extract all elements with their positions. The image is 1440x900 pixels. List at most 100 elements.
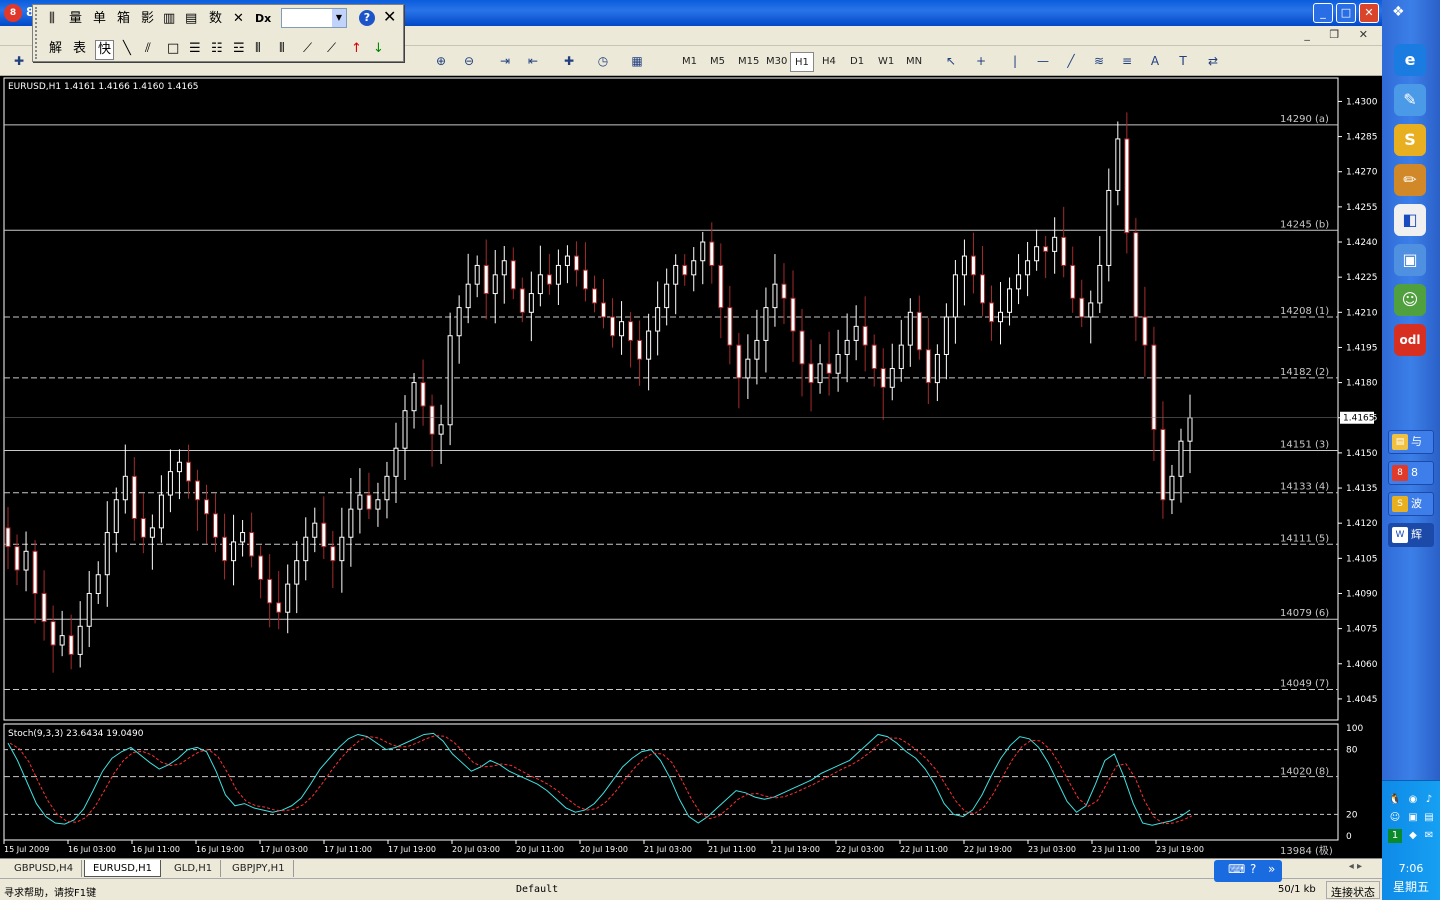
windows-logo-icon[interactable]: ❖ [1392, 4, 1430, 26]
keyboard-icon[interactable]: ⌨ [1228, 862, 1245, 876]
periods-icon[interactable]: ◷ [594, 52, 612, 70]
close-button[interactable]: ✕ [1359, 3, 1379, 23]
rectangle-icon[interactable]: □ [167, 40, 179, 58]
app-s-icon[interactable]: S [1394, 124, 1426, 156]
histogram-icon[interactable]: ▥ [163, 10, 175, 28]
candle-body [943, 316, 949, 355]
tray-monitor-icon[interactable]: ▤ [1422, 811, 1436, 825]
float-item-1[interactable]: 量 [69, 10, 82, 28]
parallel-lines-icon[interactable]: ⫽ [145, 40, 151, 58]
tray-network-icon[interactable]: ◉ [1406, 793, 1420, 807]
indicators-icon[interactable]: ✚ [560, 52, 578, 70]
mdi-window-controls[interactable]: _ ❐ ✕ [1304, 28, 1376, 41]
chevron-down-icon[interactable]: ▼ [332, 9, 346, 27]
templates-icon[interactable]: ▦ [628, 52, 646, 70]
candle-body [637, 339, 643, 360]
float-item-2[interactable]: 单 [93, 10, 106, 28]
zoom-out-icon[interactable]: ⊖ [460, 52, 478, 70]
tab-gbpusd-h4[interactable]: GBPUSD,H4 [6, 860, 83, 877]
help-tray-icon[interactable]: ? [1250, 862, 1256, 876]
cursor-icon[interactable]: ↖ [942, 52, 960, 70]
tray-shield-icon[interactable]: ▣ [1406, 811, 1420, 825]
pencils-icon[interactable]: ✏ [1394, 164, 1426, 196]
tray-one-icon[interactable]: 1 [1388, 829, 1402, 843]
timeframe-h4[interactable]: H4 [818, 52, 840, 72]
gann-fan-icon[interactable]: ⟋ [327, 40, 336, 58]
tab-gld-h1[interactable]: GLD,H1 [166, 860, 222, 877]
timeframe-d1[interactable]: D1 [846, 52, 868, 72]
timeframe-m15[interactable]: M15 [734, 52, 763, 72]
tray-arrow-icon[interactable]: » [1268, 862, 1275, 876]
text-icon[interactable]: A [1146, 52, 1164, 70]
task-button-1[interactable]: ▤ 与 [1388, 430, 1434, 454]
connection-status[interactable]: 连接状态 [1326, 881, 1380, 899]
autoscroll-icon[interactable]: ⇤ [524, 52, 542, 70]
tray-app-icon[interactable]: ◆ [1406, 829, 1420, 843]
dx-icon[interactable]: Dx [255, 10, 271, 28]
timeframe-m1[interactable]: M1 [678, 52, 701, 72]
price-chart[interactable]: EURUSD,H1 1.4161 1.4166 1.4160 1.4165 1.4… [0, 76, 1382, 858]
tab-scroll-arrows[interactable]: ◂ ▸ [1349, 861, 1362, 872]
fib-expansion-icon[interactable]: ☷ [211, 40, 223, 58]
maximize-button[interactable]: □ [1336, 3, 1356, 23]
toolbar-grip[interactable] [35, 7, 40, 59]
float-item-4[interactable]: 影 [141, 10, 154, 28]
bars-icon[interactable]: ⫼ [49, 10, 55, 28]
float-close-icon[interactable]: ✕ [383, 7, 396, 26]
grid-lines-icon[interactable]: ⦀ [279, 40, 285, 58]
line-tool-icon[interactable]: ╲ [123, 40, 131, 58]
bar-chart-icon[interactable]: ▤ [185, 10, 197, 28]
fan-icon[interactable]: ⟋ [303, 40, 312, 58]
odl-icon[interactable]: odl [1394, 324, 1426, 356]
task-button-4[interactable]: W辉 [1388, 523, 1434, 547]
fib-levels-icon[interactable]: ☰ [189, 40, 201, 58]
fibonacci-icon[interactable]: ≋ [1090, 52, 1108, 70]
candle-body [673, 264, 679, 285]
task-button-2[interactable]: 88 [1388, 461, 1434, 485]
channel-icon[interactable]: ≡ [1118, 52, 1136, 70]
zoom-in-icon[interactable]: ⊕ [432, 52, 450, 70]
qq-icon[interactable]: 🐧 [1388, 793, 1402, 807]
edit-icon[interactable]: ✎ [1394, 84, 1426, 116]
trendline-icon[interactable]: ╱ [1062, 52, 1080, 70]
timeframe-m5[interactable]: M5 [706, 52, 729, 72]
horizontal-line-icon[interactable]: — [1034, 52, 1052, 70]
minimize-button[interactable]: _ [1313, 3, 1333, 23]
float-item-5[interactable]: 数 [209, 10, 222, 28]
arrow-up-icon[interactable]: ↑ [351, 40, 362, 58]
float-item-6[interactable]: 解 [49, 40, 62, 58]
timeframe-mn[interactable]: MN [902, 52, 926, 72]
timeframe-m30[interactable]: M30 [762, 52, 791, 72]
crosshair-icon[interactable]: + [972, 52, 990, 70]
vertical-line-icon[interactable]: | [1006, 52, 1024, 70]
float-item-3[interactable]: 箱 [117, 10, 130, 28]
timeframe-h1[interactable]: H1 [790, 52, 814, 72]
help-icon[interactable]: ? [359, 10, 375, 26]
new-chart-icon[interactable]: ✚ [10, 52, 28, 70]
float-combo-select[interactable]: ▼ [281, 8, 347, 28]
tray-chat-icon[interactable]: ✉ [1422, 829, 1436, 843]
cross-icon[interactable]: ✕ [233, 10, 244, 28]
chart-shift-icon[interactable]: ⇥ [496, 52, 514, 70]
candle-body [312, 522, 318, 538]
tray-volume-icon[interactable]: ♪ [1422, 793, 1436, 807]
float-item-7[interactable]: 表 [73, 40, 86, 58]
arrows-icon[interactable]: ⇄ [1204, 52, 1222, 70]
candle-body [781, 283, 787, 299]
tray-clock[interactable]: 7:06 [1382, 862, 1440, 875]
fib-time-icon[interactable]: ☲ [233, 40, 245, 58]
timeframe-w1[interactable]: W1 [874, 52, 898, 72]
ie-icon[interactable]: e [1394, 44, 1426, 76]
text-label-icon[interactable]: T [1174, 52, 1192, 70]
task-button-3[interactable]: S波 [1388, 492, 1434, 516]
cycle-lines-icon[interactable]: ⦀ [255, 40, 261, 58]
tab-eurusd-h1[interactable]: EURUSD,H1 [84, 860, 162, 877]
checker-icon[interactable]: ◧ [1394, 204, 1426, 236]
float-item-8[interactable]: 快 [95, 40, 115, 60]
messenger-icon[interactable]: ☺ [1394, 284, 1426, 316]
arrow-down-icon[interactable]: ↓ [373, 40, 384, 58]
indicator-extra-label: 14020 (8) [1280, 767, 1329, 778]
tray-user-icon[interactable]: ☺ [1388, 811, 1402, 825]
tab-gbpjpy-h1[interactable]: GBPJPY,H1 [224, 860, 294, 877]
window-icon[interactable]: ▣ [1394, 244, 1426, 276]
